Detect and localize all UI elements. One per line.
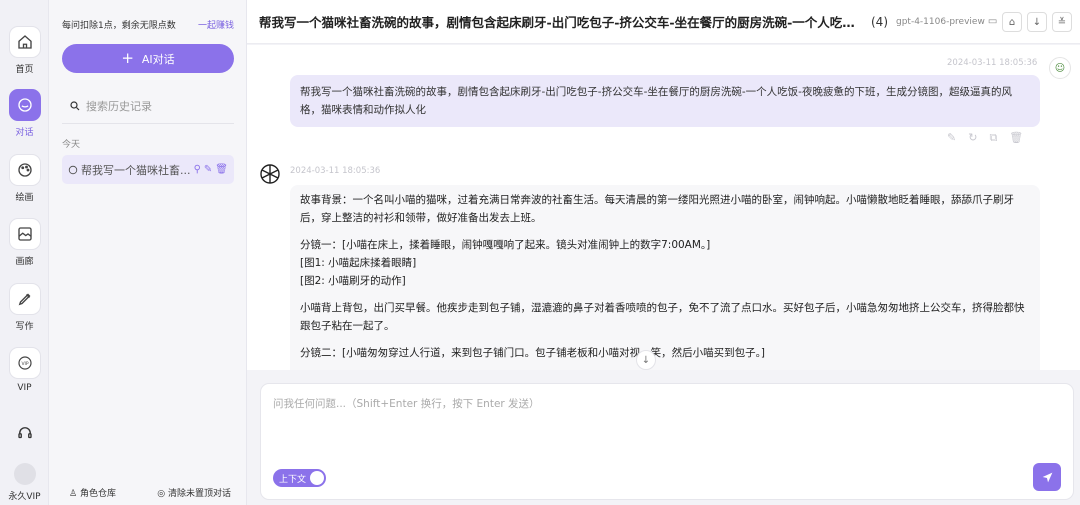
message-input[interactable]	[273, 396, 1053, 456]
rail-label-draw: 绘画	[15, 193, 34, 203]
user-profile[interactable]: 永久VIP	[0, 463, 49, 502]
user-vip-label: 永久VIP	[8, 492, 41, 502]
context-toggle[interactable]: 上下文	[273, 469, 326, 487]
bot-paragraph: 分镜一：[小喵在床上，揉着睡眼，闹钟嘎嘎响了起来。镜头对准闹钟上的数字7:00A…	[300, 239, 711, 287]
rail-item-vip[interactable]: VIP VIP	[0, 347, 49, 393]
composer: 上下文	[260, 383, 1074, 500]
user-avatar: ☺	[1049, 57, 1071, 79]
context-toggle-label: 上下文	[279, 474, 307, 485]
gallery-icon	[8, 218, 41, 250]
search-placeholder: 搜索历史记录	[86, 100, 152, 113]
bot-message: 故事背景：一个名叫小喵的猫咪，过着充满日常奔波的社畜生活。每天清晨的第一缕阳光照…	[290, 185, 1040, 370]
home-icon	[8, 26, 41, 58]
plus-icon: +	[121, 49, 134, 67]
download-icon: ↓	[1032, 16, 1042, 28]
role-library-label: 角色仓库	[79, 489, 116, 499]
role-library-link[interactable]: ♙ 角色仓库	[69, 486, 116, 499]
user-message: 帮我写一个猫咪社畜洗碗的故事，剧情包含起床刷牙-出门吃包子-挤公交车-坐在餐厅的…	[290, 75, 1040, 127]
headset-icon	[17, 427, 32, 439]
pen-icon	[8, 283, 41, 315]
message-tools: ✎ ↻ ⧉ 🗑	[947, 131, 1023, 145]
clear-icon: ◎	[157, 489, 168, 499]
settings-button[interactable]: ≚	[1052, 12, 1072, 32]
delete-icon[interactable]: 🗑	[215, 164, 228, 175]
support-button[interactable]	[0, 424, 49, 442]
regenerate-icon[interactable]: ↻	[968, 131, 977, 145]
bot-paragraph: 分镜二：[小喵匆匆穿过人行道，来到包子铺门口。包子铺老板和小喵对视一笑，然后小喵…	[300, 347, 765, 359]
person-icon: ♙	[69, 489, 80, 499]
pin-icon[interactable]: ⚲	[194, 164, 201, 175]
rail-item-write[interactable]: 写作	[0, 283, 49, 332]
panel-footer: ♙ 角色仓库 ◎ 清除未置顶对话	[49, 486, 247, 499]
vip-icon: VIP	[8, 347, 41, 379]
edit-icon[interactable]: ✎	[204, 164, 212, 175]
bot-paragraph: 小喵背上背包，出门买早餐。他疾步走到包子铺，湿漉漉的鼻子对着香喷喷的包子，免不了…	[300, 302, 1025, 332]
history-group-label: 今天	[62, 140, 81, 150]
rail-label-write: 写作	[15, 322, 34, 332]
divider	[62, 123, 234, 124]
arrow-down-icon: ↓	[641, 354, 651, 366]
rail-label-home: 首页	[15, 65, 34, 75]
share-button[interactable]: ⌂	[1002, 12, 1022, 32]
clear-chats-label: 清除未置顶对话	[167, 489, 231, 499]
rail-item-draw[interactable]: 绘画	[0, 154, 49, 203]
openai-icon	[260, 164, 280, 184]
send-icon	[1042, 472, 1052, 482]
rail-label-gallery: 画廊	[15, 257, 34, 267]
filter-icon: ≚	[1057, 16, 1067, 28]
history-search[interactable]: 搜索历史记录	[69, 98, 152, 114]
bot-paragraph: 故事背景：一个名叫小喵的猫咪，过着充满日常奔波的社畜生活。每天清晨的第一缕阳光照…	[300, 194, 1014, 224]
copy-icon[interactable]: ⧉	[989, 131, 997, 145]
svg-text:VIP: VIP	[21, 361, 28, 367]
new-chat-label: AI对话	[141, 52, 175, 66]
search-icon	[70, 101, 80, 111]
chat-icon	[8, 89, 41, 121]
toggle-knob	[310, 471, 324, 485]
nav-rail: 首页 对话 绘画 画廊 写作 VIP VIP 永久VIP	[0, 0, 49, 505]
rail-item-gallery[interactable]: 画廊	[0, 218, 49, 267]
robot-icon: ☺	[1054, 62, 1066, 74]
history-item[interactable]: 帮我写一个猫咪社畜... ⚲ ✎ 🗑	[62, 155, 234, 184]
chat-header: 帮我写一个猫咪社畜洗碗的故事，剧情包含起床刷牙-出门吃包子-挤公交车-坐在餐厅的…	[247, 0, 1080, 44]
rail-label-vip: VIP	[17, 383, 32, 393]
history-panel: 每问扣除1点，剩余无限点数 一起赚钱 + AI对话 搜索历史记录 今天 帮我写一…	[49, 0, 247, 505]
new-chat-button[interactable]: + AI对话	[62, 44, 234, 73]
delete-icon[interactable]: 🗑	[1009, 131, 1023, 145]
history-item-title: 帮我写一个猫咪社畜...	[81, 163, 191, 177]
send-button[interactable]	[1033, 463, 1061, 491]
quota-text: 每问扣除1点，剩余无限点数	[62, 21, 176, 31]
palette-icon	[8, 154, 41, 186]
chat-title: 帮我写一个猫咪社畜洗碗的故事，剧情包含起床刷牙-出门吃包子-挤公交车-坐在餐厅的…	[259, 15, 859, 30]
earn-link[interactable]: 一起赚钱	[198, 18, 234, 31]
message-count: (4)	[871, 14, 888, 29]
user-timestamp: 2024-03-11 18:05:36	[947, 58, 1038, 68]
chat-area[interactable]: 2024-03-11 18:05:36 ☺ 帮我写一个猫咪社畜洗碗的故事，剧情包…	[247, 45, 1080, 370]
rail-label-chat: 对话	[15, 128, 34, 138]
avatar	[13, 463, 36, 485]
rail-item-chat[interactable]: 对话	[0, 89, 49, 138]
scroll-down-button[interactable]: ↓	[636, 350, 656, 370]
rail-item-home[interactable]: 首页	[0, 26, 49, 75]
bot-timestamp: 2024-03-11 18:05:36	[290, 166, 381, 176]
chat-bubble-icon	[68, 165, 78, 174]
model-switch-icon[interactable]: ▭	[988, 16, 997, 27]
clear-chats-link[interactable]: ◎ 清除未置顶对话	[157, 486, 231, 499]
edit-icon[interactable]: ✎	[947, 131, 956, 145]
model-name[interactable]: gpt-4-1106-preview	[896, 17, 985, 27]
share-icon: ⌂	[1008, 16, 1016, 28]
download-button[interactable]: ↓	[1027, 12, 1047, 32]
